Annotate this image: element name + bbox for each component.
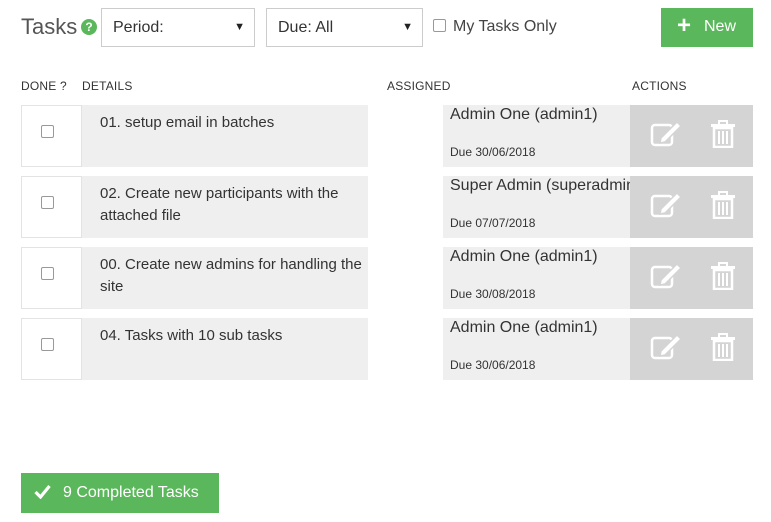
column-header-done: DONE ? <box>21 79 67 93</box>
my-tasks-label: My Tasks Only <box>453 18 557 35</box>
edit-icon[interactable] <box>650 120 682 148</box>
done-cell <box>21 105 82 167</box>
new-button-label: New <box>704 18 737 35</box>
column-header-assigned: ASSIGNED <box>387 79 451 93</box>
task-row: 01. setup email in batches Admin One (ad… <box>21 105 753 167</box>
task-assignee: Admin One (admin1) <box>450 106 598 123</box>
task-due-date: Due 30/08/2018 <box>450 287 536 301</box>
plus-icon: + <box>677 12 692 39</box>
assigned-cell: Admin One (admin1) Due 30/06/2018 <box>443 318 630 380</box>
completed-tasks-button[interactable]: 9 Completed Tasks <box>21 473 219 513</box>
column-header-actions: ACTIONS <box>632 79 687 93</box>
assigned-cell: Admin One (admin1) Due 30/06/2018 <box>443 105 630 167</box>
column-header-details: DETAILS <box>82 79 133 93</box>
task-row: 04. Tasks with 10 sub tasks Admin One (a… <box>21 318 753 380</box>
new-task-button[interactable]: + New <box>661 8 753 47</box>
task-done-checkbox[interactable] <box>41 196 54 209</box>
actions-cell <box>630 105 753 167</box>
task-done-checkbox[interactable] <box>41 338 54 351</box>
edit-icon[interactable] <box>650 333 682 361</box>
actions-cell <box>630 176 753 238</box>
question-circle-icon[interactable]: ? <box>81 19 97 35</box>
trash-icon[interactable] <box>710 191 736 219</box>
period-select-value: Period: <box>113 19 164 36</box>
period-select[interactable]: Period: ▼ <box>101 8 255 47</box>
task-title[interactable]: 04. Tasks with 10 sub tasks <box>82 318 368 380</box>
page-title: Tasks <box>21 14 78 39</box>
check-icon <box>34 484 51 499</box>
done-cell <box>21 318 82 380</box>
actions-cell <box>630 247 753 309</box>
task-title[interactable]: 00. Create new admins for handling the s… <box>82 247 368 309</box>
task-row: 00. Create new admins for handling the s… <box>21 247 753 309</box>
task-assignee: Admin One (admin1) <box>450 248 598 265</box>
spacer-cell <box>368 105 443 167</box>
completed-tasks-label: 9 Completed Tasks <box>63 484 199 501</box>
task-title[interactable]: 01. setup email in batches <box>82 105 368 167</box>
assigned-cell: Admin One (admin1) Due 30/08/2018 <box>443 247 630 309</box>
task-row: 02. Create new participants with the att… <box>21 176 753 238</box>
trash-icon[interactable] <box>710 262 736 290</box>
due-select-value: Due: All <box>278 19 334 36</box>
done-cell <box>21 176 82 238</box>
spacer-cell <box>368 176 443 238</box>
actions-cell <box>630 318 753 380</box>
task-due-date: Due 07/07/2018 <box>450 216 536 230</box>
due-select[interactable]: Due: All ▼ <box>266 8 423 47</box>
done-cell <box>21 247 82 309</box>
task-assignee: Super Admin (superadmin) <box>450 177 630 194</box>
trash-icon[interactable] <box>710 120 736 148</box>
assigned-cell: Super Admin (superadmin) Due 07/07/2018 <box>443 176 630 238</box>
spacer-cell <box>368 318 443 380</box>
task-done-checkbox[interactable] <box>41 267 54 280</box>
task-title[interactable]: 02. Create new participants with the att… <box>82 176 368 238</box>
spacer-cell <box>368 247 443 309</box>
trash-icon[interactable] <box>710 333 736 361</box>
my-tasks-checkbox[interactable] <box>433 19 446 32</box>
caret-down-icon: ▼ <box>402 21 413 33</box>
caret-down-icon: ▼ <box>234 21 245 33</box>
edit-icon[interactable] <box>650 262 682 290</box>
task-due-date: Due 30/06/2018 <box>450 358 536 372</box>
edit-icon[interactable] <box>650 191 682 219</box>
task-done-checkbox[interactable] <box>41 125 54 138</box>
task-assignee: Admin One (admin1) <box>450 319 598 336</box>
task-due-date: Due 30/06/2018 <box>450 145 536 159</box>
